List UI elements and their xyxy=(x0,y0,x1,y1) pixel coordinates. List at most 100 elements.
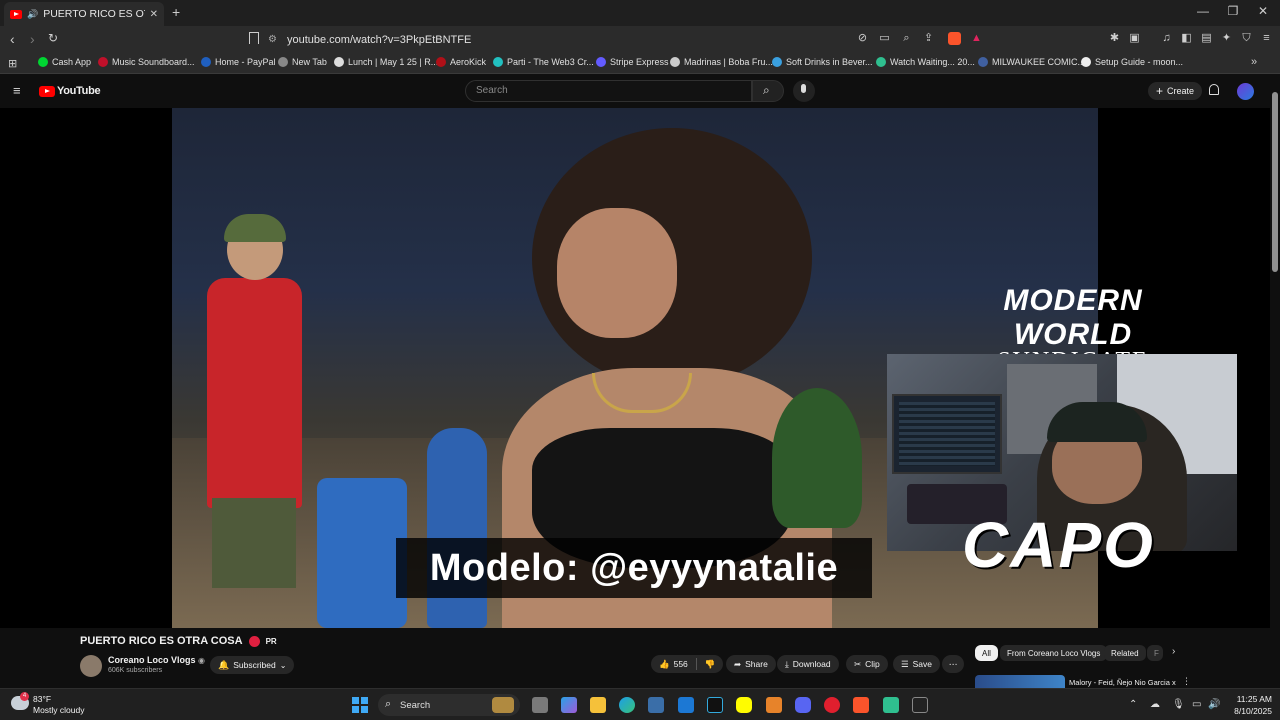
bookmark-item[interactable]: AeroKick xyxy=(436,57,486,67)
related-more-icon[interactable]: ⋮ xyxy=(1182,676,1191,687)
bookmark-page-icon[interactable] xyxy=(249,32,259,44)
bookmark-item[interactable]: Music Soundboard... xyxy=(98,57,195,67)
opera-icon[interactable] xyxy=(824,697,840,713)
new-tab-button[interactable]: + xyxy=(172,4,180,20)
account-avatar[interactable] xyxy=(1237,83,1254,100)
reload-icon[interactable]: ↻ xyxy=(48,31,58,45)
menu-icon[interactable]: ≡ xyxy=(1260,32,1273,45)
video-title-row: PUERTO RICO ES OTRA COSA PR xyxy=(80,635,277,647)
brave-rewards-icon[interactable]: ▲ xyxy=(970,32,983,45)
bookmark-item[interactable]: Watch Waiting... 20... xyxy=(876,57,975,67)
related-video-thumbnail[interactable] xyxy=(975,675,1065,689)
wallet-icon[interactable]: ▤ xyxy=(1200,32,1213,45)
chip-related[interactable]: Related xyxy=(1104,645,1146,661)
bookmark-item[interactable]: Madrinas | Boba Fru... xyxy=(670,57,773,67)
bookmark-label: Lunch | May 1 25 | R... xyxy=(348,57,439,67)
leo-ai-icon[interactable]: ✦ xyxy=(1220,32,1233,45)
network-icon[interactable]: ▭ xyxy=(1192,699,1201,710)
restore-button[interactable]: ❐ xyxy=(1218,4,1248,18)
discord-icon[interactable] xyxy=(795,697,811,713)
system-clock[interactable]: 11:25 AM 8/10/2025 xyxy=(1222,693,1272,717)
save-button[interactable]: ☰ Save xyxy=(893,655,940,673)
chips-next-icon[interactable]: › xyxy=(1172,646,1175,657)
media-icon[interactable]: ♫ xyxy=(1160,32,1173,45)
bookmark-label: Setup Guide - moon... xyxy=(1095,57,1184,67)
minimize-button[interactable]: — xyxy=(1188,4,1218,18)
thumbs-up-icon[interactable]: 👍 xyxy=(659,659,670,670)
page-scrollbar[interactable] xyxy=(1270,86,1280,686)
close-window-button[interactable]: ✕ xyxy=(1248,4,1278,18)
bookmark-item[interactable]: MILWAUKEE COMIC... xyxy=(978,57,1085,67)
sidebar-icon[interactable]: ◧ xyxy=(1180,32,1193,45)
youtube-logo[interactable]: YouTube xyxy=(39,85,101,97)
chip-more[interactable]: F xyxy=(1147,645,1163,661)
subscribed-button[interactable]: 🔔 Subscribed ⌄ xyxy=(210,656,295,674)
app-bf-icon[interactable] xyxy=(912,697,928,713)
bookmark-item[interactable]: Lunch | May 1 25 | R... xyxy=(334,57,438,67)
tray-overflow-icon[interactable]: ⌃ xyxy=(1129,699,1137,710)
download-button[interactable]: ⤓ Download xyxy=(777,655,839,673)
bell-icon: 🔔 xyxy=(218,659,230,670)
outlook-icon[interactable] xyxy=(678,697,694,713)
tray-app-icon[interactable]: ☁ xyxy=(1150,699,1160,710)
brave-shields-icon[interactable] xyxy=(948,32,961,45)
clip-button[interactable]: ✂ Clip xyxy=(846,655,888,673)
task-view-icon[interactable] xyxy=(532,697,548,713)
tracking-off-icon[interactable]: ⊘ xyxy=(856,32,869,45)
youtube-favicon-icon xyxy=(10,9,22,19)
chip-all[interactable]: All xyxy=(975,645,998,661)
notifications-bell-icon[interactable] xyxy=(1209,84,1219,95)
like-dislike-group[interactable]: 👍 556 👎 xyxy=(651,655,724,673)
chip-from-channel[interactable]: From Coreano Loco Vlogs xyxy=(1000,645,1108,661)
channel-avatar[interactable] xyxy=(80,655,102,677)
bookmark-item[interactable]: Setup Guide - moon... xyxy=(1081,57,1183,67)
speaker-icon[interactable]: 🔊 xyxy=(27,9,38,20)
weather-description[interactable]: Mostly cloudy xyxy=(33,705,85,715)
extensions-icon[interactable]: ✱ xyxy=(1108,32,1121,45)
search-button[interactable]: ⌕ xyxy=(752,80,784,102)
tiktok-icon[interactable] xyxy=(707,697,723,713)
vpn-icon[interactable]: ⛉ xyxy=(1240,32,1253,45)
bookmark-item[interactable]: Soft Drinks in Bever... xyxy=(772,57,873,67)
app-a-icon[interactable] xyxy=(766,697,782,713)
close-tab-icon[interactable]: ✕ xyxy=(150,9,158,20)
file-explorer-icon[interactable] xyxy=(590,697,606,713)
search-input[interactable]: Search xyxy=(465,80,752,102)
bookmark-item[interactable]: Home - PayPal xyxy=(201,57,276,67)
forward-icon[interactable]: › xyxy=(30,31,35,47)
voice-search-button[interactable] xyxy=(793,80,815,102)
volume-icon[interactable]: 🔊 xyxy=(1208,699,1220,710)
share-page-icon[interactable]: ⇪ xyxy=(922,32,935,45)
bookmark-item[interactable]: Stripe Express xyxy=(596,57,669,67)
site-info-icon[interactable]: ⚙ xyxy=(268,34,277,45)
bookmark-item[interactable]: New Tab xyxy=(278,57,327,67)
weather-temperature[interactable]: 83°F xyxy=(33,694,51,704)
copilot-icon[interactable] xyxy=(561,697,577,713)
edge-icon[interactable] xyxy=(619,697,635,713)
snapchat-icon[interactable] xyxy=(736,697,752,713)
zoom-icon[interactable]: ⌕ xyxy=(900,32,913,45)
brave-icon[interactable] xyxy=(853,697,869,713)
back-icon[interactable]: ‹ xyxy=(10,31,15,47)
share-button[interactable]: ➦ Share xyxy=(726,655,776,673)
browser-tab-active[interactable]: 🔊 PUERTO RICO ES OTRA COSA ✕ xyxy=(4,2,164,26)
hamburger-menu-icon[interactable]: ≡ xyxy=(13,83,21,98)
scrollbar-thumb[interactable] xyxy=(1272,92,1278,272)
related-video-title[interactable]: Malory - Feid, Ñejo Nio Garcia x xyxy=(1069,678,1176,687)
cast-icon[interactable]: ▭ xyxy=(878,32,891,45)
app-green-icon[interactable] xyxy=(883,697,899,713)
store-icon[interactable] xyxy=(648,697,664,713)
create-button[interactable]: + Create xyxy=(1148,82,1203,100)
thumbs-down-icon[interactable]: 👎 xyxy=(705,659,716,670)
channel-name[interactable]: Coreano Loco Vlogs ◉ xyxy=(108,655,205,665)
bookmark-item[interactable]: Cash App xyxy=(38,57,91,67)
screenshot-icon[interactable]: ▣ xyxy=(1128,32,1141,45)
more-actions-button[interactable]: ⋯ xyxy=(942,655,964,673)
apps-grid-icon[interactable]: ⊞ xyxy=(8,57,17,70)
windows-start-icon[interactable] xyxy=(352,697,368,713)
more-bookmarks-icon[interactable]: » xyxy=(1251,56,1257,68)
video-player[interactable]: MODERN WORLD SYNDICATE CAPO Modelo: @eyy… xyxy=(0,108,1270,628)
bookmark-item[interactable]: Parti - The Web3 Cr... xyxy=(493,57,594,67)
taskbar-search[interactable]: ⌕ Search xyxy=(378,694,520,716)
microphone-tray-icon[interactable]: 🎙 xyxy=(1172,699,1185,710)
